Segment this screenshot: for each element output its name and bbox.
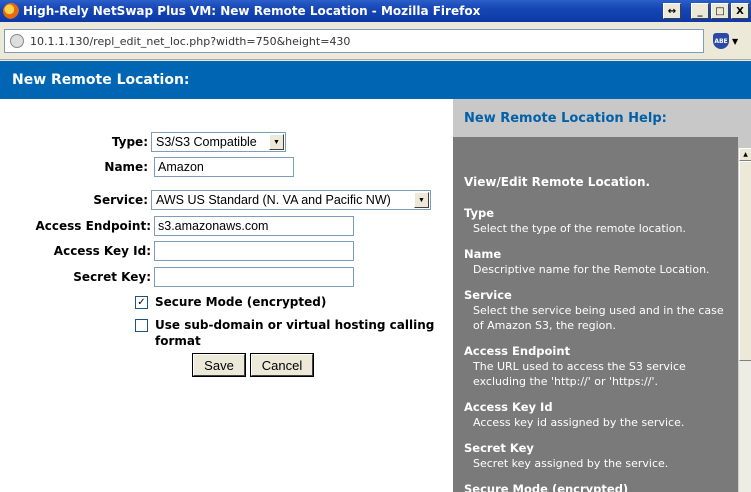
abe-addon-button[interactable]: ABE ▼ bbox=[713, 32, 743, 50]
secure-mode-label: Secure Mode (encrypted) bbox=[155, 295, 327, 309]
maximize-button[interactable]: □ bbox=[711, 3, 729, 19]
name-input[interactable]: Amazon bbox=[154, 157, 294, 177]
address-bar: 10.1.1.130/repl_edit_net_loc.php?width=7… bbox=[0, 22, 751, 60]
help-item: Access Endpoint The URL used to access t… bbox=[464, 344, 734, 389]
help-item-description: Select the type of the remote location. bbox=[473, 222, 686, 235]
help-item-heading: Service bbox=[464, 288, 512, 302]
service-select[interactable]: AWS US Standard (N. VA and Pacific NW) ▼ bbox=[151, 190, 431, 210]
minimize-button[interactable]: _ bbox=[691, 3, 709, 19]
firefox-icon bbox=[3, 3, 19, 19]
access-endpoint-input[interactable]: s3.amazonaws.com bbox=[154, 216, 354, 236]
cancel-button[interactable]: Cancel bbox=[250, 353, 314, 377]
help-header-strip bbox=[738, 137, 751, 148]
chevron-down-icon: ▼ bbox=[732, 36, 739, 46]
service-label: Service: bbox=[93, 193, 148, 207]
help-item-heading: Secret Key bbox=[464, 441, 534, 455]
access-endpoint-label: Access Endpoint: bbox=[35, 219, 151, 233]
sub-domain-label: Use sub-domain or virtual hosting callin… bbox=[155, 318, 435, 348]
secret-key-label: Secret Key: bbox=[73, 270, 151, 284]
url-text: 10.1.1.130/repl_edit_net_loc.php?width=7… bbox=[30, 34, 351, 48]
window-titlebar: High-Rely NetSwap Plus VM: New Remote Lo… bbox=[0, 0, 751, 22]
close-button[interactable]: X bbox=[731, 3, 749, 19]
help-item: Service Select the service being used an… bbox=[464, 288, 734, 333]
help-item: Type Select the type of the remote locat… bbox=[464, 206, 734, 236]
help-item-heading: Name bbox=[464, 247, 502, 261]
url-field[interactable]: 10.1.1.130/repl_edit_net_loc.php?width=7… bbox=[4, 29, 704, 53]
resize-icon[interactable]: ↔ bbox=[663, 3, 681, 19]
help-item: Name Descriptive name for the Remote Loc… bbox=[464, 247, 734, 277]
help-panel: View/Edit Remote Location. Type Select t… bbox=[453, 137, 738, 492]
scroll-thumb[interactable] bbox=[739, 161, 751, 361]
chevron-down-icon: ▼ bbox=[414, 192, 429, 208]
type-select[interactable]: S3/S3 Compatible ▼ bbox=[151, 132, 286, 152]
chevron-down-icon: ▼ bbox=[269, 134, 284, 150]
save-button[interactable]: Save bbox=[192, 353, 246, 377]
access-key-id-label: Access Key Id: bbox=[53, 244, 151, 258]
page-title: New Remote Location: bbox=[0, 61, 751, 99]
help-item-description: The URL used to access the S3 service ex… bbox=[473, 360, 686, 388]
help-item: Secret Key Secret key assigned by the se… bbox=[464, 441, 734, 471]
window-title: High-Rely NetSwap Plus VM: New Remote Lo… bbox=[23, 4, 481, 18]
abe-shield-icon: ABE bbox=[713, 33, 729, 49]
help-item-description: Select the service being used and in the… bbox=[473, 304, 724, 332]
help-item-heading: Access Key Id bbox=[464, 400, 553, 414]
help-header: New Remote Location Help: bbox=[453, 99, 751, 137]
help-item: Access Key Id Access key id assigned by … bbox=[464, 400, 734, 430]
help-item-description: Descriptive name for the Remote Location… bbox=[473, 263, 710, 276]
help-item-heading: Type bbox=[464, 206, 495, 220]
type-select-value: S3/S3 Compatible bbox=[156, 135, 257, 149]
secret-key-input[interactable] bbox=[154, 267, 354, 287]
secure-mode-checkbox[interactable]: ✓ bbox=[135, 295, 148, 309]
service-select-value: AWS US Standard (N. VA and Pacific NW) bbox=[156, 193, 391, 207]
help-title: View/Edit Remote Location. bbox=[464, 175, 651, 189]
help-item-heading: Secure Mode (encrypted) bbox=[464, 482, 629, 492]
form-panel: Type: S3/S3 Compatible ▼ Name: Amazon Se… bbox=[0, 99, 453, 492]
access-key-id-input[interactable] bbox=[154, 241, 354, 261]
type-label: Type: bbox=[111, 135, 148, 149]
help-item-description: Access key id assigned by the service. bbox=[473, 416, 685, 429]
name-label: Name: bbox=[104, 160, 148, 174]
help-item: Secure Mode (encrypted) bbox=[464, 482, 734, 492]
help-item-description: Secret key assigned by the service. bbox=[473, 457, 669, 470]
sub-domain-checkbox[interactable] bbox=[135, 319, 148, 332]
scroll-up-icon[interactable]: ▲ bbox=[739, 148, 751, 161]
site-identity-icon[interactable] bbox=[10, 34, 24, 48]
help-scrollbar[interactable]: ▲ bbox=[738, 148, 751, 492]
help-item-heading: Access Endpoint bbox=[464, 344, 571, 358]
